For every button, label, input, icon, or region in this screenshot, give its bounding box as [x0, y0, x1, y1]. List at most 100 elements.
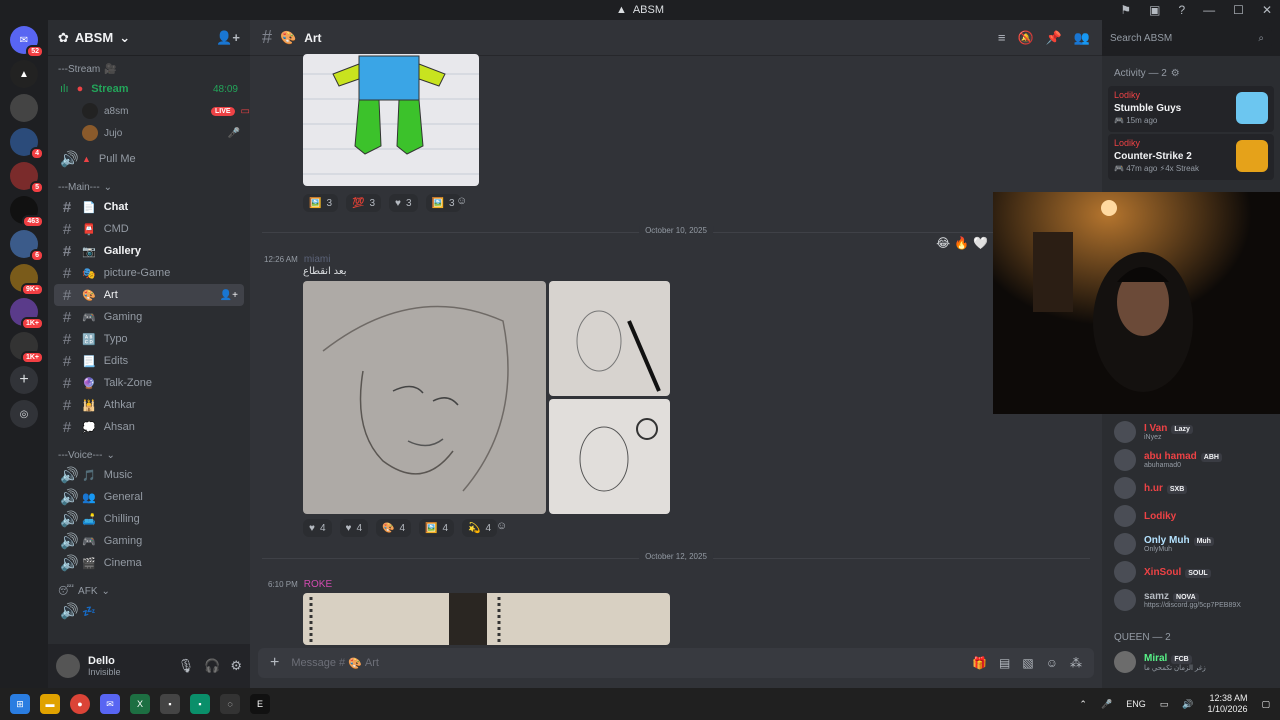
voice-user[interactable]: a8sm LIVE ▭: [48, 100, 250, 122]
member-item[interactable]: Miral FCB ﺯﻏﺮ ﺍﻟﺰﻣﺎﻥ ﺗﻜﻤﺤﻲ ﻣﺎ: [1104, 648, 1278, 676]
threads-icon[interactable]: ≡: [998, 30, 1006, 46]
member-item[interactable]: abu hamad ABH abuhamad0: [1104, 446, 1278, 474]
network-icon[interactable]: ▭: [1160, 699, 1169, 710]
reaction-pill[interactable]: ♥ 3: [389, 194, 418, 212]
channel-item-talk-zone[interactable]: # 🔮 Talk-Zone: [54, 372, 244, 394]
voice-channel-music[interactable]: 🔊 🎵 Music: [54, 464, 244, 486]
member-item[interactable]: Only Muh Muh OnlyMuh: [1104, 530, 1278, 558]
app-icon[interactable]: ▪: [160, 694, 180, 714]
screen-icon[interactable]: ▣: [1149, 3, 1160, 17]
quick-reaction[interactable]: 😂: [936, 236, 950, 250]
voice-channel-gaming[interactable]: 🔊 🎮 Gaming: [54, 530, 244, 552]
voice-channel-pull-me[interactable]: 🔊 ▲ Pull Me: [54, 148, 244, 170]
quick-reaction[interactable]: 🔥: [954, 236, 969, 250]
server-icon[interactable]: 1K+: [10, 332, 44, 364]
channel-item-chat[interactable]: # 📄 Chat: [54, 196, 244, 218]
member-item[interactable]: I Van Lazy iNyez: [1104, 418, 1278, 446]
message-composer[interactable]: + Message # 🎨 Art 🎁 ▤ ▧ ☺ ⁂: [258, 648, 1094, 678]
voice-channel-afk[interactable]: 🔊 💤: [54, 600, 244, 622]
voice-user[interactable]: Jujo 🎤: [48, 122, 250, 144]
server-icon[interactable]: 5: [10, 162, 44, 194]
discover-icon[interactable]: ◎: [10, 400, 38, 428]
add-reaction-icon[interactable]: ☺: [496, 520, 507, 532]
reaction-pill[interactable]: 💯 3: [346, 194, 382, 212]
quick-reaction[interactable]: 🤍: [973, 236, 988, 250]
headphones-icon[interactable]: 🎧: [204, 658, 220, 674]
channel-item-edits[interactable]: # 📃 Edits: [54, 350, 244, 372]
clock[interactable]: 12:38 AM 1/10/2026: [1207, 693, 1247, 715]
minimize-button[interactable]: —: [1203, 3, 1215, 17]
attachment-image[interactable]: [549, 281, 670, 396]
reaction-pill[interactable]: 🖼️ 4: [419, 519, 455, 537]
app-icon[interactable]: ◌: [220, 694, 240, 714]
channel-item-typo[interactable]: # 🔠 Typo: [54, 328, 244, 350]
category-afk[interactable]: 😴 AFK ⌄: [48, 582, 250, 600]
chevron-up-icon[interactable]: ⌃: [1079, 699, 1087, 710]
reaction-pill[interactable]: 🎨 4: [376, 519, 412, 537]
voice-channel-cinema[interactable]: 🔊 🎬 Cinema: [54, 552, 244, 574]
voice-channel-general[interactable]: 🔊 👥 General: [54, 486, 244, 508]
language-indicator[interactable]: ENG: [1126, 699, 1146, 709]
server-icon[interactable]: 1K+: [10, 298, 44, 330]
member-item[interactable]: h.ur SXB: [1104, 474, 1278, 502]
server-icon[interactable]: 9K+: [10, 264, 44, 296]
add-reaction-icon[interactable]: ☺: [456, 195, 467, 207]
channel-item-gaming[interactable]: # 🎮 Gaming: [54, 306, 244, 328]
plus-icon[interactable]: +: [270, 654, 279, 672]
microphone-icon[interactable]: 🎙: [178, 658, 195, 674]
reaction-pill[interactable]: 🖼️ 3: [303, 194, 339, 212]
invite-icon[interactable]: 👤+: [216, 30, 240, 46]
server-icon[interactable]: ▲: [10, 60, 38, 88]
activity-card[interactable]: Lodiky Stumble Guys 🎮 15m ago: [1108, 86, 1274, 132]
attachment-image[interactable]: [303, 593, 670, 645]
attachment-image[interactable]: [549, 399, 670, 514]
speaker-icon[interactable]: 🔊: [1182, 699, 1193, 710]
file-explorer-icon[interactable]: ▬: [40, 694, 60, 714]
discord-icon[interactable]: ✉: [100, 694, 120, 714]
member-item[interactable]: samz NOVA https://discord.gg/5cp7PEB89X: [1104, 586, 1278, 614]
member-item[interactable]: XinSoul SOUL: [1104, 558, 1278, 586]
gif-icon[interactable]: ▤: [999, 656, 1010, 670]
apps-icon[interactable]: ⁂: [1070, 656, 1082, 670]
category-stream[interactable]: ---Stream 🎥: [48, 60, 250, 78]
voice-channel-chilling[interactable]: 🔊 🛋️ Chilling: [54, 508, 244, 530]
pin-icon[interactable]: 📌: [1046, 30, 1062, 46]
epic-games-icon[interactable]: E: [250, 694, 270, 714]
sticker-icon[interactable]: ▧: [1022, 656, 1033, 670]
server-icon[interactable]: 463: [10, 196, 44, 228]
help-icon[interactable]: ?: [1178, 3, 1185, 17]
windows-start-icon[interactable]: ⊞: [10, 694, 30, 714]
author-name[interactable]: ROKE: [304, 579, 332, 590]
activity-card[interactable]: Lodiky Counter-Strike 2 🎮 47m ago ⚡4x St…: [1108, 134, 1274, 180]
category-main[interactable]: ---Main--- ⌄: [48, 178, 250, 196]
close-button[interactable]: ✕: [1262, 3, 1272, 17]
gear-icon[interactable]: ⚙: [1171, 68, 1180, 79]
notification-bell-icon[interactable]: 🔕: [1017, 30, 1033, 46]
avatar[interactable]: [56, 654, 80, 678]
maximize-button[interactable]: ☐: [1233, 3, 1244, 17]
voice-channel-stream[interactable]: ılı ● Stream 48:09: [54, 78, 244, 100]
channel-item-athkar[interactable]: # 🕌 Athkar: [54, 394, 244, 416]
attachment-image[interactable]: [303, 54, 479, 186]
gear-icon[interactable]: ⚙: [230, 658, 242, 674]
server-icon[interactable]: [10, 94, 38, 122]
reaction-pill[interactable]: 💫 4: [462, 519, 498, 537]
channel-item-ahsan[interactable]: # 💭 Ahsan: [54, 416, 244, 438]
channel-item-gallery[interactable]: # 📷 Gallery: [54, 240, 244, 262]
channel-item-art[interactable]: # 🎨 Art 👤+: [54, 284, 244, 306]
inbox-icon[interactable]: ⚑: [1120, 3, 1131, 17]
attachment-image[interactable]: [303, 281, 546, 514]
message-input[interactable]: Message # 🎨 Art: [291, 657, 379, 670]
member-list-icon[interactable]: 👥: [1074, 30, 1090, 46]
guild-header[interactable]: ✿ ABSM ⌄ 👤+: [48, 20, 250, 56]
app-icon[interactable]: ▪: [190, 694, 210, 714]
reaction-pill[interactable]: ♥ 4: [339, 519, 368, 537]
add-server-icon[interactable]: +: [10, 366, 38, 394]
chrome-icon[interactable]: ●: [70, 694, 90, 714]
reaction-pill[interactable]: ♥ 4: [303, 519, 332, 537]
microphone-icon[interactable]: 🎤: [1101, 699, 1112, 710]
category-voice[interactable]: ---Voice--- ⌄: [48, 446, 250, 464]
author-name[interactable]: miami: [304, 254, 331, 265]
dm-home-button[interactable]: ✉ 52: [10, 26, 44, 58]
member-item[interactable]: Lodiky: [1104, 502, 1278, 530]
